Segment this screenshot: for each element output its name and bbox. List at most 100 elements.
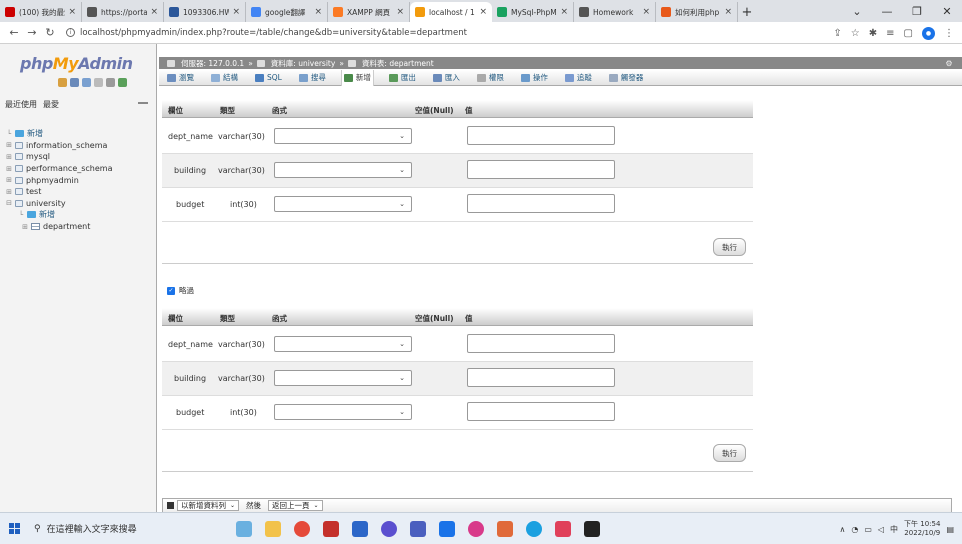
- app-orange-icon[interactable]: [497, 520, 513, 537]
- tree-item-db[interactable]: ⊞ mysql: [4, 151, 154, 163]
- menu-tab[interactable]: 操作: [519, 70, 550, 86]
- docs-icon[interactable]: [94, 78, 103, 87]
- close-window-icon[interactable]: ✕: [932, 0, 962, 22]
- breadcrumb-server[interactable]: 伺服器: 127.0.0.1: [181, 58, 244, 69]
- extensions-icon[interactable]: ✱: [869, 28, 877, 39]
- home-icon[interactable]: [58, 78, 67, 87]
- app-blue-icon[interactable]: [439, 520, 455, 537]
- teams-icon[interactable]: [410, 520, 426, 537]
- function-select[interactable]: ⌄: [274, 128, 412, 144]
- expand-icon[interactable]: ⊞: [4, 176, 14, 184]
- tab-close-icon[interactable]: ×: [396, 7, 404, 17]
- ignore-checkbox[interactable]: ✓ 略過: [167, 285, 194, 296]
- reading-list-icon[interactable]: ≡: [886, 28, 894, 39]
- tree-item-table[interactable]: ⊞ department: [4, 221, 154, 233]
- logout-icon[interactable]: [70, 78, 79, 87]
- notification-icon[interactable]: ▤: [946, 525, 954, 534]
- value-input[interactable]: [467, 194, 615, 213]
- file-explorer-icon[interactable]: [265, 520, 281, 537]
- tree-item-db[interactable]: ⊞ performance_schema: [4, 163, 154, 175]
- menu-tab[interactable]: 搜尋: [297, 70, 328, 86]
- reload-icon[interactable]: ↻: [42, 26, 58, 39]
- tab-search-icon[interactable]: ⌄: [842, 0, 872, 22]
- discord-icon[interactable]: [381, 520, 397, 537]
- browser-tab[interactable]: https://porta ×: [82, 2, 164, 22]
- tab-close-icon[interactable]: ×: [232, 7, 240, 17]
- tab-close-icon[interactable]: ×: [68, 7, 76, 17]
- clock[interactable]: 下午 10:54 2022/10/9: [904, 520, 940, 538]
- go-button-2[interactable]: 執行: [713, 444, 746, 462]
- taskbar-search[interactable]: ⚲ 在這裡輸入文字來搜尋: [28, 513, 206, 544]
- tab-close-icon[interactable]: ×: [479, 7, 487, 17]
- info-icon[interactable]: i: [66, 28, 75, 37]
- volume-icon[interactable]: ◁: [878, 525, 884, 534]
- menu-tab[interactable]: 權限: [475, 70, 506, 86]
- tree-item-db[interactable]: ⊟ university: [4, 198, 154, 210]
- tree-item-db[interactable]: ⊞ test: [4, 186, 154, 198]
- tab-close-icon[interactable]: ×: [560, 7, 568, 17]
- browser-tab[interactable]: Homework ×: [574, 2, 656, 22]
- browser-tab[interactable]: google翻譯 ×: [246, 2, 328, 22]
- page-settings-icon[interactable]: ⚙: [936, 57, 962, 69]
- url-field[interactable]: i localhost/phpmyadmin/index.php?route=/…: [66, 28, 467, 38]
- browser-menu-icon[interactable]: ⋮: [944, 28, 954, 39]
- minimize-icon[interactable]: —: [872, 0, 902, 22]
- app-red-icon[interactable]: [323, 520, 339, 537]
- insert-mode-select[interactable]: 以新增資料列 ⌄: [177, 500, 240, 511]
- menu-tab[interactable]: 結構: [209, 70, 240, 86]
- function-select[interactable]: ⌄: [274, 336, 412, 352]
- battery-icon[interactable]: ▭: [864, 525, 872, 534]
- side-panel-icon[interactable]: ▢: [904, 28, 913, 39]
- menu-tab[interactable]: 匯入: [431, 70, 462, 86]
- tab-close-icon[interactable]: ×: [642, 7, 650, 17]
- browser-tab[interactable]: 如何利用php ×: [656, 2, 738, 22]
- bookmark-star-icon[interactable]: ☆: [851, 28, 860, 39]
- profile-avatar[interactable]: ●: [922, 26, 935, 40]
- menu-tab[interactable]: 追蹤: [563, 70, 594, 86]
- ime-indicator[interactable]: 中: [890, 524, 898, 535]
- menu-tab[interactable]: 匯出: [387, 70, 418, 86]
- tab-close-icon[interactable]: ×: [314, 7, 322, 17]
- value-input[interactable]: [467, 160, 615, 179]
- recent-tab[interactable]: 最近使用: [5, 99, 37, 110]
- function-select[interactable]: ⌄: [274, 404, 412, 420]
- tray-chevron-icon[interactable]: ∧: [839, 525, 845, 534]
- restore-icon[interactable]: ❐: [902, 0, 932, 22]
- expand-icon[interactable]: ⊞: [4, 165, 14, 173]
- value-input[interactable]: [467, 126, 615, 145]
- menu-tab[interactable]: 新增: [340, 69, 374, 86]
- browser-tab[interactable]: MySql-PhpM ×: [492, 2, 574, 22]
- forward-icon[interactable]: →: [24, 26, 40, 39]
- tree-item-new[interactable]: └ 新增: [4, 209, 154, 221]
- tree-item-db[interactable]: ⊞ information_schema: [4, 140, 154, 152]
- favorites-tab[interactable]: 最愛: [43, 99, 59, 110]
- tab-close-icon[interactable]: ×: [724, 7, 732, 17]
- go-button-1[interactable]: 執行: [713, 238, 746, 256]
- query-window-icon[interactable]: [82, 78, 91, 87]
- terminal-icon[interactable]: [584, 520, 600, 537]
- expand-icon[interactable]: ⊟: [4, 199, 14, 207]
- collapse-all-icon[interactable]: [138, 102, 148, 106]
- expand-icon[interactable]: ⊞: [20, 223, 30, 231]
- start-button[interactable]: [0, 523, 28, 534]
- after-insert-select[interactable]: 返回上一頁 ⌄: [268, 500, 323, 511]
- new-tab-icon[interactable]: +: [738, 2, 756, 22]
- function-select[interactable]: ⌄: [274, 370, 412, 386]
- chrome-icon[interactable]: [294, 520, 310, 537]
- wifi-icon[interactable]: ◔: [851, 525, 858, 534]
- vscode-icon[interactable]: [352, 520, 368, 537]
- browser-tab[interactable]: localhost / 1 ×: [410, 2, 492, 22]
- breadcrumb-table[interactable]: 資料表: department: [362, 58, 434, 69]
- share-icon[interactable]: ⇪: [833, 28, 841, 39]
- menu-tab[interactable]: 瀏覽: [165, 70, 196, 86]
- tree-item-new[interactable]: └ 新增: [4, 128, 154, 140]
- expand-icon[interactable]: ⊞: [4, 153, 14, 161]
- browser-tab[interactable]: 1093306.HW ×: [164, 2, 246, 22]
- value-input[interactable]: [467, 368, 615, 387]
- function-select[interactable]: ⌄: [274, 162, 412, 178]
- tree-item-db[interactable]: ⊞ phpmyadmin: [4, 174, 154, 186]
- tab-close-icon[interactable]: ×: [150, 7, 158, 17]
- breadcrumb-database[interactable]: 資料庫: university: [271, 58, 336, 69]
- widgets-icon[interactable]: [236, 520, 252, 537]
- browser-tab[interactable]: (100) 我的最愛×: [0, 2, 82, 22]
